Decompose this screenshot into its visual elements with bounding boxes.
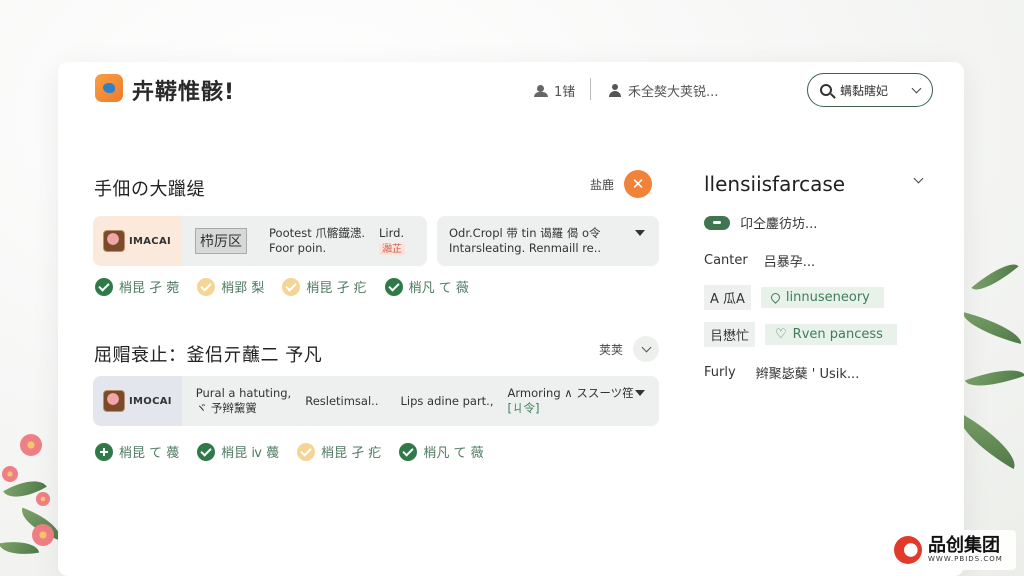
favorite-chip-label: Rven pancess	[792, 327, 883, 342]
item-red-tag: 瀜芷	[379, 243, 406, 255]
item-c-side: Lips adine part.,	[400, 394, 494, 408]
watermark-logo: 品创集团 WWW.PBIDS.COM	[890, 530, 1016, 570]
check-circle-icon	[95, 277, 113, 296]
heart-icon: ♡	[775, 327, 787, 342]
section1-title: 手佃の大躐缇	[94, 179, 205, 200]
collapse-button[interactable]	[633, 336, 660, 362]
account-menu[interactable]: 禾全獒大荚锐...	[609, 81, 718, 100]
section1-pills: 梢昆 孑 菀 梢郢 梨 梢昆 孑 疕 梢凡 て 薇	[95, 277, 469, 296]
item-side-line1: Lird.	[379, 225, 405, 240]
right-panel-row: Canter 吕暴孕...	[704, 251, 815, 270]
item-thumbnail: IMACAI	[93, 216, 182, 266]
pill-item[interactable]: 梢昆 ⅳ 薎	[197, 442, 279, 461]
thumbnail-label: IMACAI	[129, 235, 172, 247]
right-panel-row1-text: 卬仝鏖彷坊...	[740, 217, 818, 232]
search-label: 螨黏瞎妃	[840, 83, 889, 98]
location-chip-label: linnuseneory	[785, 290, 870, 305]
right-panel-row: 卬仝鏖彷坊...	[704, 213, 817, 232]
location-pin-icon	[769, 291, 782, 304]
item-c-right2: [ㄐ令]	[507, 401, 540, 415]
check-circle-icon	[297, 442, 316, 461]
section2-action-label[interactable]: 荚荚	[599, 341, 623, 358]
check-circle-icon	[282, 277, 301, 296]
section1-actions: 盐鹿 ✕	[590, 170, 653, 198]
chevron-down-icon[interactable]	[913, 173, 924, 184]
item-tag: 栉厉区	[195, 228, 248, 254]
item-c-line2: ヾ 予辫黧黉	[195, 401, 257, 415]
item-c-mid: Resletimsal..	[305, 394, 379, 408]
page: 卉鞯惟骸! 1锗 禾全獒大荚锐... 螨黏瞎妃 手佃の大躐缇 盐鹿 ✕ IMAC…	[0, 0, 1024, 576]
brand-logo-icon	[894, 536, 922, 564]
pill-item[interactable]: 梢昆 て 薎	[95, 442, 179, 461]
person-icon	[609, 84, 621, 97]
item-b-line2: Intarsleating. Renmaill re..	[449, 241, 602, 255]
chevron-down-icon	[911, 83, 922, 93]
right-panel-title: llensiisfarcase	[704, 172, 846, 196]
right-panel-row: Furly 辫聚毖蘖 ' Usik...	[704, 363, 859, 382]
item-card-c[interactable]: IMOCAI Pural a hatuting, ヾ 予辫黧黉 Resletim…	[93, 376, 659, 426]
caret-down-icon[interactable]	[635, 230, 645, 236]
item-line1: Pootest 爪髂鐡漶.	[269, 226, 366, 240]
item-side: Lird. 瀜芷	[379, 225, 406, 257]
header-divider	[590, 78, 591, 100]
watermark-name: 品创集团	[928, 535, 1000, 556]
check-circle-icon	[399, 442, 418, 461]
caret-down-icon[interactable]	[635, 390, 645, 396]
right-panel-row: A 瓜A linnuseneory	[704, 285, 884, 310]
item-c-line1: Pural a hatuting,	[195, 386, 292, 400]
pill-item[interactable]: 梢凡 て 薇	[399, 442, 484, 461]
section1-action-label[interactable]: 盐鹿	[590, 176, 614, 193]
main-window: 卉鞯惟骸! 1锗 禾全獒大荚锐... 螨黏瞎妃 手佃の大躐缇 盐鹿 ✕ IMAC…	[58, 62, 964, 576]
plus-circle-icon	[95, 442, 113, 461]
item-c-description: Pural a hatuting, ヾ 予辫黧黉	[196, 386, 291, 416]
section2-actions: 荚荚	[599, 336, 660, 362]
pill-item[interactable]: 梢昆 孑 菀	[95, 277, 179, 296]
item-thumbnail: IMOCAI	[93, 376, 182, 426]
check-circle-icon	[384, 277, 403, 296]
item-card-a[interactable]: IMACAI 栉厉区 Pootest 爪髂鐡漶. Foor poin. Lird…	[93, 216, 427, 266]
right-panel-row5-value: 辫聚毖蘖 ' Usik...	[755, 367, 860, 382]
item-c-right: Armoring ∧ ススーツ䇮 [ㄐ令]	[508, 386, 634, 416]
thumbnail-label: IMOCAI	[129, 395, 172, 407]
toggle-badge-icon[interactable]	[704, 215, 730, 230]
item-description: Pootest 爪髂鐡漶. Foor poin.	[269, 226, 365, 256]
item-b-line1: Odr.Cropl 带 tin 谒羅 偈 o令	[449, 226, 601, 240]
item-line2: Foor poin.	[269, 241, 327, 255]
pill-item[interactable]: 梢昆 孑 疕	[297, 442, 381, 461]
right-panel-row4-label: 㠯懋忙	[704, 322, 756, 347]
users-indicator[interactable]: 1锗	[534, 81, 575, 100]
check-circle-icon	[197, 277, 216, 296]
pill-item[interactable]: 梢凡 て 薇	[384, 277, 469, 296]
item-b-description: Odr.Cropl 带 tin 谒羅 偈 o令 Intarsleating. R…	[449, 226, 601, 256]
right-panel-row5-label: Furly	[704, 365, 736, 380]
users-count: 1锗	[554, 85, 576, 100]
chevron-down-icon	[641, 342, 651, 352]
location-chip[interactable]: linnuseneory	[760, 287, 884, 308]
thumbnail-image	[103, 230, 125, 252]
item-card-b[interactable]: Odr.Cropl 带 tin 谒羅 偈 o令 Intarsleating. R…	[437, 216, 659, 266]
search-dropdown[interactable]: 螨黏瞎妃	[807, 73, 933, 107]
pill-item[interactable]: 梢郢 梨	[197, 277, 264, 296]
search-icon	[820, 84, 832, 96]
account-label: 禾全獒大荚锐...	[628, 85, 719, 100]
close-button[interactable]: ✕	[624, 170, 653, 198]
section2-pills: 梢昆 て 薎 梢昆 ⅳ 薎 梢昆 孑 疕 梢凡 て 薇	[95, 442, 484, 461]
check-circle-icon	[197, 442, 216, 461]
right-panel-row2-label: Canter	[704, 253, 748, 268]
app-title: 卉鞯惟骸!	[132, 80, 236, 105]
watermark-url: WWW.PBIDS.COM	[928, 555, 1003, 563]
thumbnail-image	[103, 390, 125, 412]
item-c-right1: Armoring ∧ ススーツ䇮	[507, 386, 634, 400]
favorite-chip[interactable]: ♡ Rven pancess	[765, 324, 897, 345]
app-logo-icon	[95, 74, 123, 102]
right-panel-row2-value: 吕暴孕...	[763, 255, 816, 270]
users-icon	[534, 84, 548, 97]
right-panel-row: 㠯懋忙 ♡ Rven pancess	[704, 322, 897, 347]
pill-item[interactable]: 梢昆 孑 疕	[282, 277, 367, 296]
section2-title: 屈赗衰止：釜侣亓蘸二 予凡	[94, 345, 323, 366]
right-panel-row3-label: A 瓜A	[704, 285, 751, 310]
